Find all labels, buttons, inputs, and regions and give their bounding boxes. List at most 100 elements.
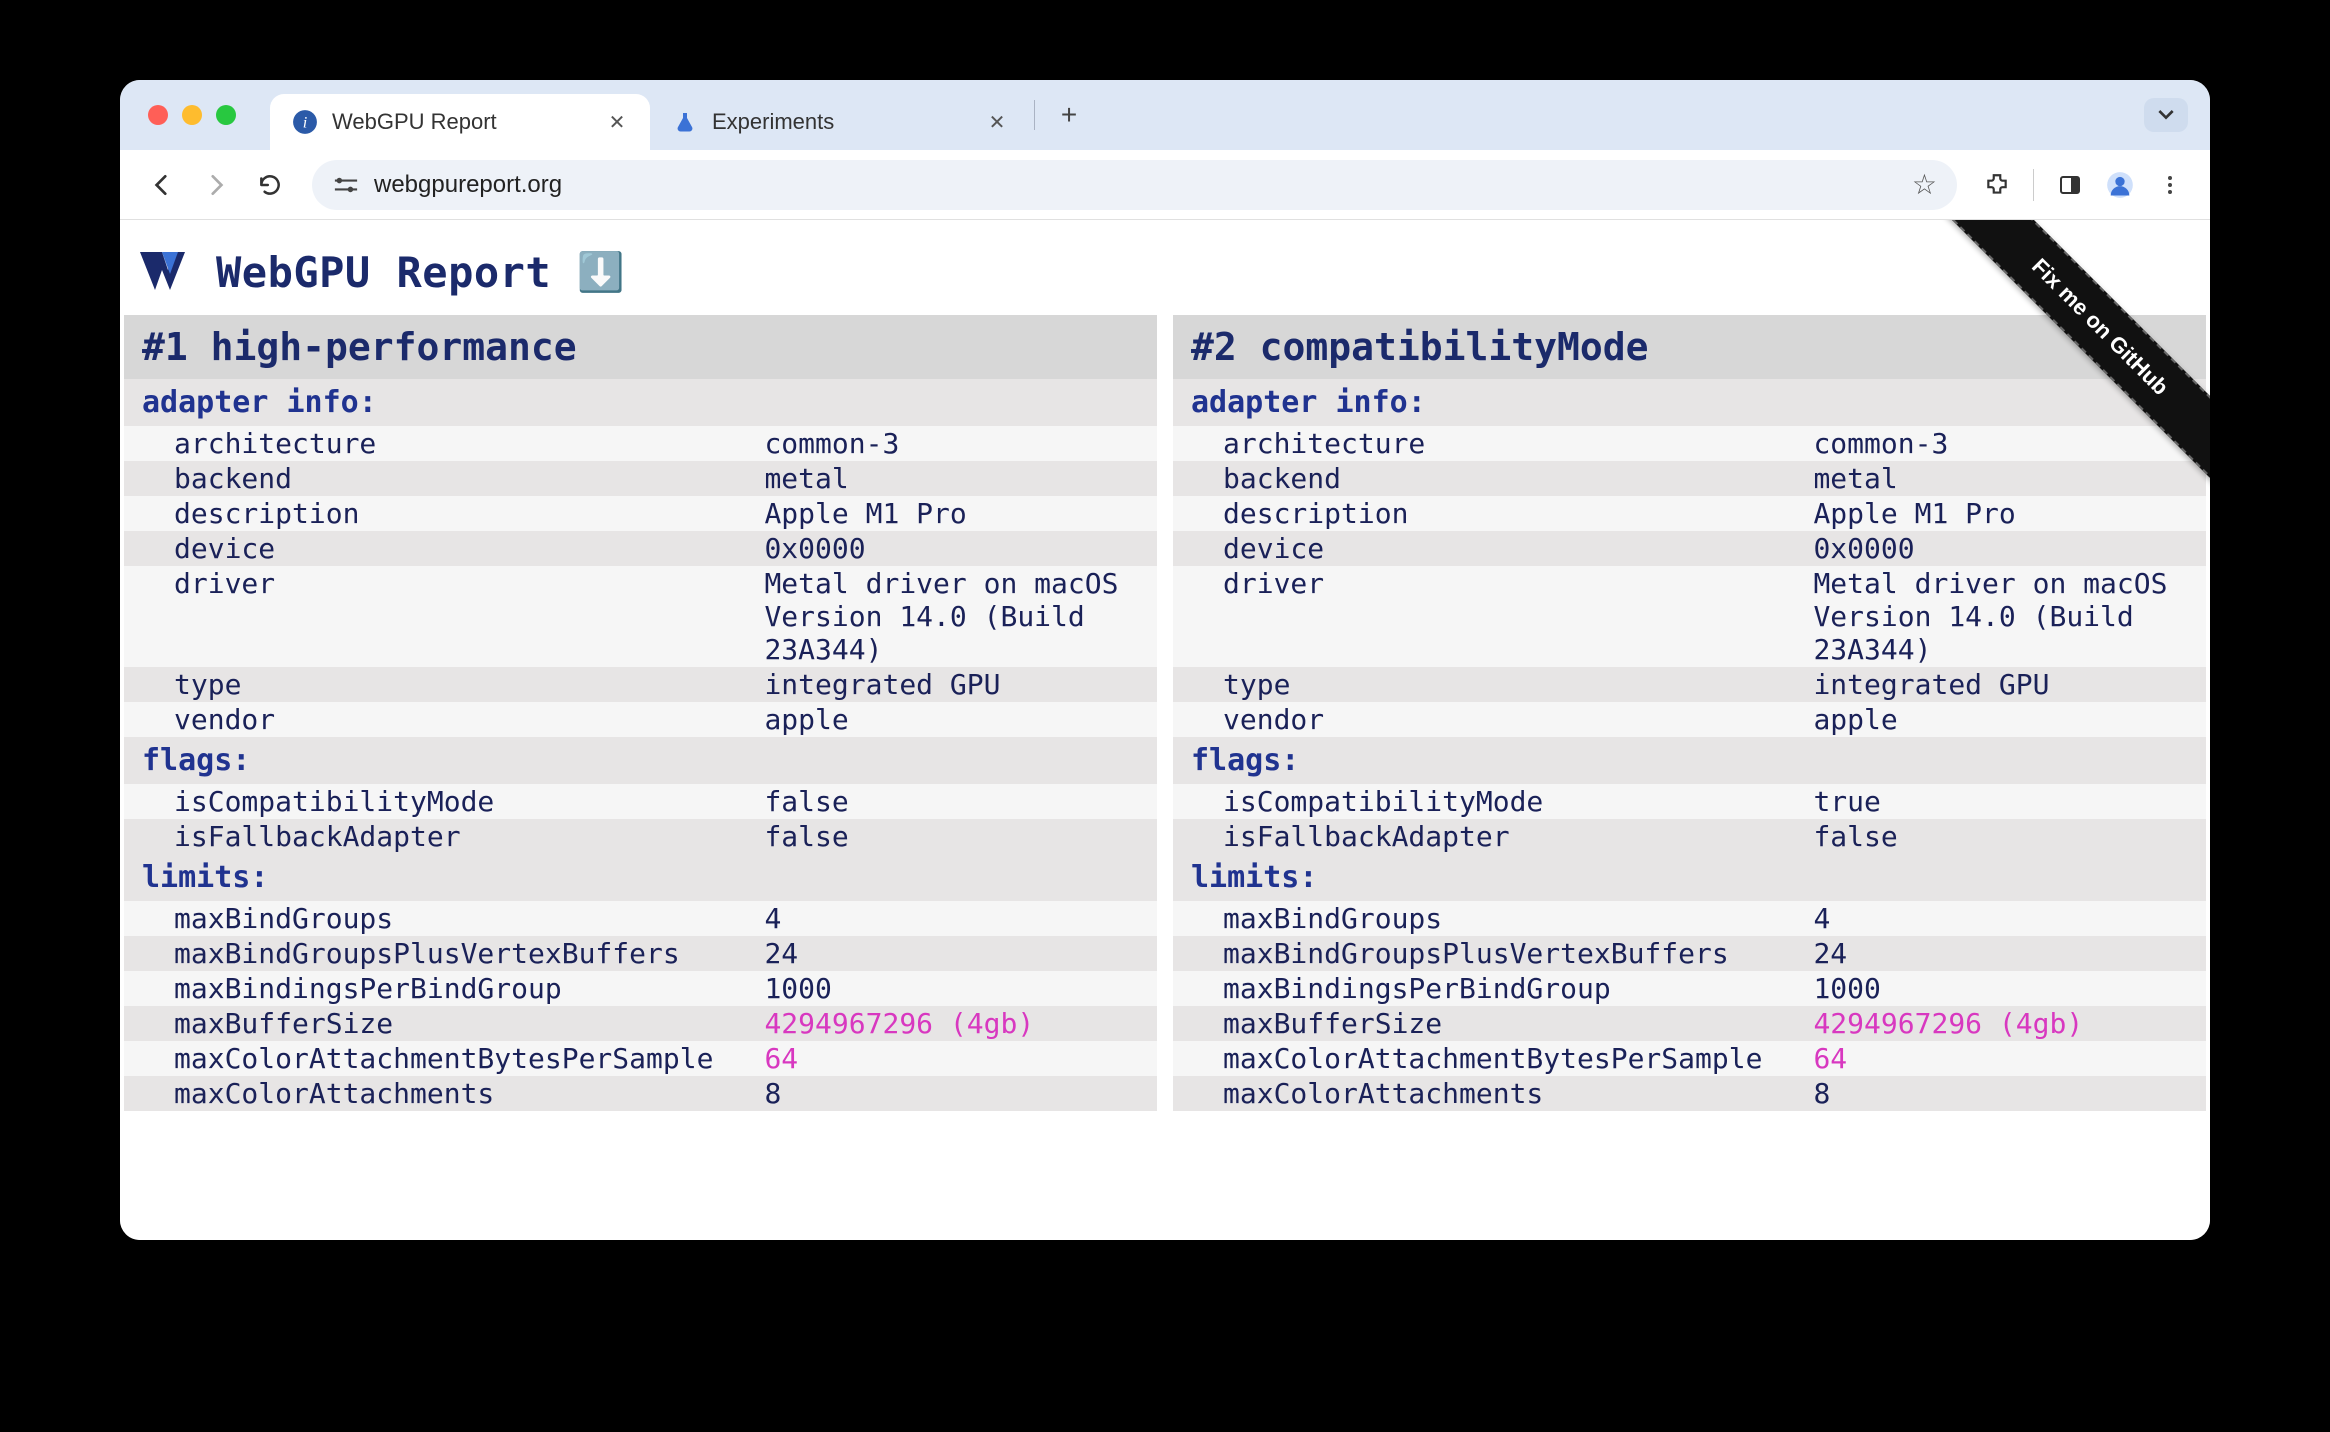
- adapter-heading: #2 compatibilityMode: [1173, 315, 2206, 379]
- property-key: maxBindingsPerBindGroup: [1173, 971, 1813, 1006]
- browser-window: i WebGPU Report ✕ Experiments ✕ +: [120, 80, 2210, 1240]
- property-key: description: [124, 496, 764, 531]
- back-button[interactable]: [140, 163, 184, 207]
- kv-table: isCompatibilityModetrueisFallbackAdapter…: [1173, 784, 2206, 854]
- table-row: maxBufferSize4294967296 (4gb): [1173, 1006, 2206, 1041]
- page-title: WebGPU Report: [216, 248, 551, 297]
- close-icon[interactable]: ✕: [606, 111, 628, 133]
- property-value: true: [1813, 784, 2206, 819]
- table-row: vendorapple: [1173, 702, 2206, 737]
- property-value: 64: [764, 1041, 1157, 1076]
- toolbar: webgpureport.org ☆: [120, 150, 2210, 220]
- property-key: vendor: [1173, 702, 1813, 737]
- table-row: maxBindGroups4: [1173, 901, 2206, 936]
- property-key: backend: [124, 461, 764, 496]
- tab-experiments[interactable]: Experiments ✕: [650, 94, 1030, 150]
- property-key: isFallbackAdapter: [124, 819, 764, 854]
- side-panel-button[interactable]: [2050, 165, 2090, 205]
- table-row: typeintegrated GPU: [124, 667, 1157, 702]
- property-value: 1000: [764, 971, 1157, 1006]
- address-bar[interactable]: webgpureport.org ☆: [312, 160, 1957, 210]
- tab-separator: [1034, 100, 1035, 130]
- property-value: 4: [764, 901, 1157, 936]
- table-row: isCompatibilityModefalse: [124, 784, 1157, 819]
- svg-text:i: i: [303, 113, 308, 131]
- section-heading: limits:: [124, 854, 1157, 901]
- property-value: metal: [1813, 461, 2206, 496]
- property-key: driver: [124, 566, 764, 667]
- property-key: maxColorAttachments: [124, 1076, 764, 1111]
- property-key: vendor: [124, 702, 764, 737]
- tab-webgpu-report[interactable]: i WebGPU Report ✕: [270, 94, 650, 150]
- table-row: architecturecommon-3: [1173, 426, 2206, 461]
- property-value: 64: [1813, 1041, 2206, 1076]
- property-key: type: [124, 667, 764, 702]
- info-icon: i: [292, 109, 318, 135]
- table-row: maxColorAttachmentBytesPerSample64: [1173, 1041, 2206, 1076]
- property-key: architecture: [1173, 426, 1813, 461]
- property-key: architecture: [124, 426, 764, 461]
- table-row: descriptionApple M1 Pro: [124, 496, 1157, 531]
- bookmark-star-icon[interactable]: ☆: [1912, 168, 1937, 201]
- kebab-menu-button[interactable]: [2150, 165, 2190, 205]
- property-key: maxBufferSize: [1173, 1006, 1813, 1041]
- table-row: descriptionApple M1 Pro: [1173, 496, 2206, 531]
- profile-button[interactable]: [2100, 165, 2140, 205]
- property-key: maxColorAttachments: [1173, 1076, 1813, 1111]
- tab-strip: i WebGPU Report ✕ Experiments ✕ +: [120, 80, 2210, 150]
- property-key: maxBufferSize: [124, 1006, 764, 1041]
- property-key: description: [1173, 496, 1813, 531]
- adapter-columns: #1 high-performanceadapter info:architec…: [120, 315, 2210, 1111]
- property-value: false: [1813, 819, 2206, 854]
- table-row: isFallbackAdapterfalse: [1173, 819, 2206, 854]
- toolbar-separator: [2033, 169, 2034, 201]
- section-heading: flags:: [124, 737, 1157, 784]
- property-value: 0x0000: [1813, 531, 2206, 566]
- adapter-column: #1 high-performanceadapter info:architec…: [124, 315, 1157, 1111]
- table-row: driverMetal driver on macOS Version 14.0…: [1173, 566, 2206, 667]
- new-tab-button[interactable]: +: [1049, 95, 1089, 135]
- webgpu-logo-icon: [140, 252, 200, 294]
- tabs-dropdown-button[interactable]: [2144, 98, 2188, 132]
- page-header: WebGPU Report ⬇️: [120, 220, 2210, 315]
- tab-label: Experiments: [712, 109, 834, 135]
- tabs: i WebGPU Report ✕ Experiments ✕ +: [270, 80, 1089, 150]
- property-value: Apple M1 Pro: [764, 496, 1157, 531]
- property-value: apple: [764, 702, 1157, 737]
- table-row: device0x0000: [1173, 531, 2206, 566]
- table-row: maxBufferSize4294967296 (4gb): [124, 1006, 1157, 1041]
- property-value: integrated GPU: [764, 667, 1157, 702]
- property-value: 24: [1813, 936, 2206, 971]
- window-minimize-button[interactable]: [182, 105, 202, 125]
- property-value: Apple M1 Pro: [1813, 496, 2206, 531]
- adapter-column: #2 compatibilityModeadapter info:archite…: [1173, 315, 2206, 1111]
- table-row: backendmetal: [124, 461, 1157, 496]
- property-key: isFallbackAdapter: [1173, 819, 1813, 854]
- property-key: maxBindGroups: [124, 901, 764, 936]
- window-close-button[interactable]: [148, 105, 168, 125]
- property-key: maxBindGroupsPlusVertexBuffers: [1173, 936, 1813, 971]
- site-settings-icon[interactable]: [332, 175, 360, 195]
- property-key: maxBindingsPerBindGroup: [124, 971, 764, 1006]
- close-icon[interactable]: ✕: [986, 111, 1008, 133]
- table-row: maxColorAttachments8: [124, 1076, 1157, 1111]
- kv-table: architecturecommon-3backendmetaldescript…: [124, 426, 1157, 737]
- forward-button[interactable]: [194, 163, 238, 207]
- table-row: maxBindGroupsPlusVertexBuffers24: [1173, 936, 2206, 971]
- download-button[interactable]: ⬇️: [577, 251, 624, 295]
- extensions-button[interactable]: [1977, 165, 2017, 205]
- kv-table: maxBindGroups4maxBindGroupsPlusVertexBuf…: [124, 901, 1157, 1111]
- property-value: common-3: [764, 426, 1157, 461]
- property-key: device: [124, 531, 764, 566]
- reload-button[interactable]: [248, 163, 292, 207]
- section-heading: adapter info:: [124, 379, 1157, 426]
- property-key: maxColorAttachmentBytesPerSample: [1173, 1041, 1813, 1076]
- table-row: maxColorAttachmentBytesPerSample64: [124, 1041, 1157, 1076]
- kv-table: architecturecommon-3backendmetaldescript…: [1173, 426, 2206, 737]
- table-row: device0x0000: [124, 531, 1157, 566]
- table-row: architecturecommon-3: [124, 426, 1157, 461]
- property-key: backend: [1173, 461, 1813, 496]
- property-key: device: [1173, 531, 1813, 566]
- table-row: typeintegrated GPU: [1173, 667, 2206, 702]
- window-maximize-button[interactable]: [216, 105, 236, 125]
